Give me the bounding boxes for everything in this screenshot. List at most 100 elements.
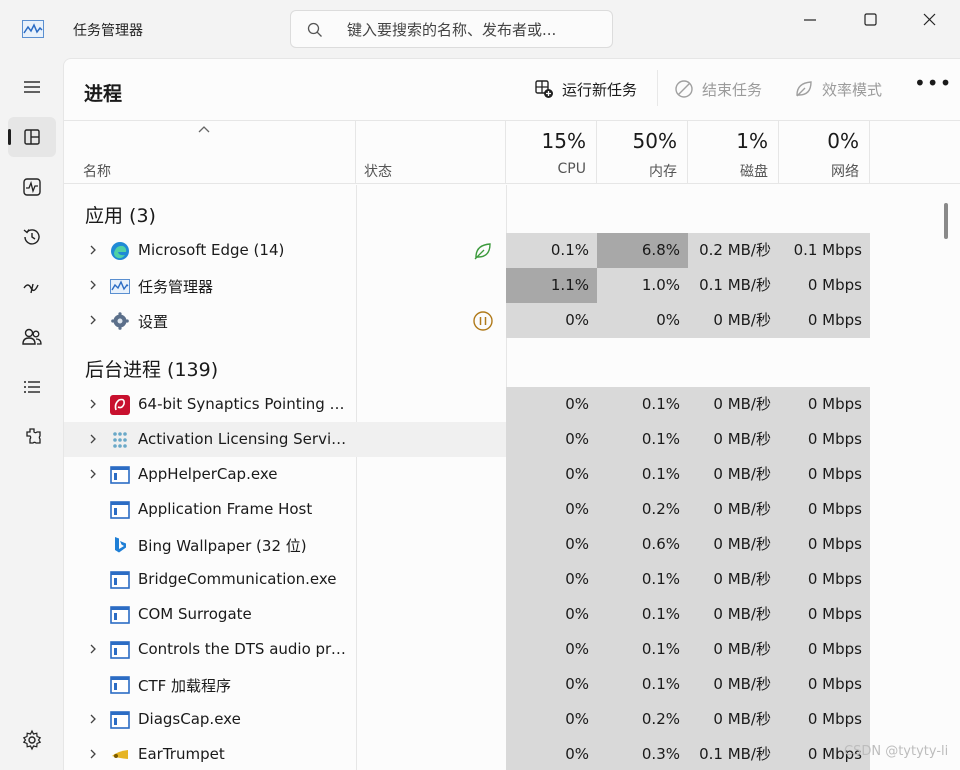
network-cell: 0 Mbps — [779, 492, 870, 527]
table-row[interactable]: 设置 0% 0% 0 MB/秒 0 Mbps — [64, 303, 960, 338]
memory-cell: 0.1% — [597, 667, 688, 702]
disk-cell: 0.1 MB/秒 — [688, 268, 779, 303]
chevron-right-icon[interactable] — [88, 748, 98, 760]
chevron-right-icon[interactable] — [88, 314, 98, 326]
app-window-icon — [110, 571, 130, 589]
process-name: Bing Wallpaper (32 位) — [138, 537, 307, 555]
app-window-icon — [110, 606, 130, 624]
app-window-icon — [110, 501, 130, 519]
task-manager-icon — [22, 20, 44, 38]
table-row[interactable]: 任务管理器 1.1% 1.0% 0.1 MB/秒 0 Mbps — [64, 268, 960, 303]
table-row[interactable]: Controls the DTS audio pro... 0% 0.1% 0 … — [64, 632, 960, 667]
process-name: 任务管理器 — [138, 278, 214, 296]
chevron-right-icon[interactable] — [88, 643, 98, 655]
section-apps-title: 应用 (3) — [85, 205, 156, 227]
table-row[interactable]: Bing Wallpaper (32 位) 0% 0.6% 0 MB/秒 0 M… — [64, 527, 960, 562]
nav-users[interactable] — [8, 317, 56, 357]
section-background-title: 后台进程 (139) — [85, 359, 219, 381]
process-name: AppHelperCap.exe — [138, 465, 278, 483]
memory-cell: 0.2% — [597, 492, 688, 527]
cpu-cell: 1.1% — [506, 268, 597, 303]
search-box[interactable] — [290, 10, 613, 48]
cpu-total: 15% — [541, 129, 586, 153]
table-row[interactable]: AppHelperCap.exe 0% 0.1% 0 MB/秒 0 Mbps — [64, 457, 960, 492]
table-row[interactable]: Application Frame Host 0% 0.2% 0 MB/秒 0 … — [64, 492, 960, 527]
disk-cell: 0 MB/秒 — [688, 303, 779, 338]
disk-cell: 0 MB/秒 — [688, 597, 779, 632]
nav-hamburger[interactable] — [8, 67, 56, 107]
column-name-label: 名称 — [83, 164, 111, 180]
search-input[interactable] — [347, 19, 597, 41]
memory-total: 50% — [632, 129, 677, 153]
activation-service-icon — [113, 432, 127, 448]
chevron-right-icon[interactable] — [88, 713, 98, 725]
app-window-icon — [110, 676, 130, 694]
end-task-icon — [675, 80, 693, 98]
table-row[interactable]: BridgeCommunication.exe 0% 0.1% 0 MB/秒 0… — [64, 562, 960, 597]
column-memory[interactable]: 50% 内存 — [597, 121, 688, 184]
edge-icon — [111, 242, 129, 260]
memory-cell: 0.1% — [597, 562, 688, 597]
table-row[interactable]: Activation Licensing Servic... 0% 0.1% 0… — [64, 422, 960, 457]
table-row[interactable]: DiagsCap.exe 0% 0.2% 0 MB/秒 0 Mbps — [64, 702, 960, 737]
close-button[interactable] — [916, 10, 944, 30]
nav-startup[interactable] — [8, 267, 56, 307]
chevron-right-icon[interactable] — [88, 244, 98, 256]
network-cell: 0 Mbps — [779, 597, 870, 632]
memory-cell: 0.2% — [597, 702, 688, 737]
table-row[interactable]: EarTrumpet 0% 0.3% 0.1 MB/秒 0 Mbps — [64, 737, 960, 770]
network-cell: 0 Mbps — [779, 667, 870, 702]
app-history-icon — [23, 229, 40, 245]
column-cpu[interactable]: 15% CPU — [506, 121, 597, 184]
table-row[interactable]: Microsoft Edge (14) 0.1% 6.8% 0.2 MB/秒 0… — [64, 233, 960, 268]
column-disk[interactable]: 1% 磁盘 — [688, 121, 779, 184]
nav-settings[interactable] — [8, 720, 56, 760]
memory-cell: 0.1% — [597, 632, 688, 667]
run-new-task-button[interactable]: 运行新任务 — [534, 77, 637, 101]
hamburger-icon — [24, 81, 40, 93]
process-name: Application Frame Host — [138, 500, 313, 518]
cpu-cell: 0% — [506, 702, 597, 737]
chevron-right-icon[interactable] — [88, 468, 98, 480]
minimize-button[interactable] — [796, 10, 824, 30]
section-apps[interactable]: 应用 (3) — [64, 185, 960, 237]
memory-cell: 0.6% — [597, 527, 688, 562]
column-network[interactable]: 0% 网络 — [779, 121, 870, 184]
leaf-icon — [796, 81, 812, 97]
cpu-cell: 0% — [506, 562, 597, 597]
cpu-cell: 0% — [506, 667, 597, 702]
nav-services[interactable] — [8, 417, 56, 457]
process-name: BridgeCommunication.exe — [138, 570, 337, 588]
disk-cell: 0 MB/秒 — [688, 492, 779, 527]
nav-processes[interactable] — [8, 117, 56, 157]
watermark: CSDN @tytyty-li — [844, 744, 949, 759]
efficiency-leaf-icon — [474, 243, 491, 260]
users-icon — [22, 328, 42, 345]
column-status[interactable]: 状态 — [356, 121, 506, 184]
table-header: 名称 状态 15% CPU 50% 内存 1% 磁盘 0% 网络 — [64, 120, 960, 184]
maximize-button[interactable] — [856, 10, 884, 30]
efficiency-mode-button[interactable]: 效率模式 — [794, 77, 882, 101]
end-task-button[interactable]: 结束任务 — [674, 77, 762, 101]
more-options-button[interactable]: ••• — [914, 73, 951, 101]
active-indicator — [8, 129, 11, 145]
nav-details[interactable] — [8, 367, 56, 407]
network-cell: 0 Mbps — [779, 422, 870, 457]
vertical-scrollbar[interactable] — [944, 203, 948, 239]
table-row[interactable]: 64-bit Synaptics Pointing E... 0% 0.1% 0… — [64, 387, 960, 422]
cpu-cell: 0% — [506, 632, 597, 667]
section-background[interactable]: 后台进程 (139) — [64, 339, 960, 391]
settings-gear-icon — [111, 312, 129, 330]
chevron-right-icon[interactable] — [88, 433, 98, 445]
nav-performance[interactable] — [8, 167, 56, 207]
chevron-right-icon[interactable] — [88, 398, 98, 410]
table-row[interactable]: COM Surrogate 0% 0.1% 0 MB/秒 0 Mbps — [64, 597, 960, 632]
chevron-right-icon[interactable] — [88, 279, 98, 291]
network-cell: 0 Mbps — [779, 457, 870, 492]
nav-app-history[interactable] — [8, 217, 56, 257]
disk-cell: 0.2 MB/秒 — [688, 233, 779, 268]
cpu-cell: 0% — [506, 737, 597, 770]
network-label: 网络 — [831, 164, 859, 180]
table-row[interactable]: CTF 加载程序 0% 0.1% 0 MB/秒 0 Mbps — [64, 667, 960, 702]
column-name[interactable]: 名称 — [64, 121, 356, 184]
